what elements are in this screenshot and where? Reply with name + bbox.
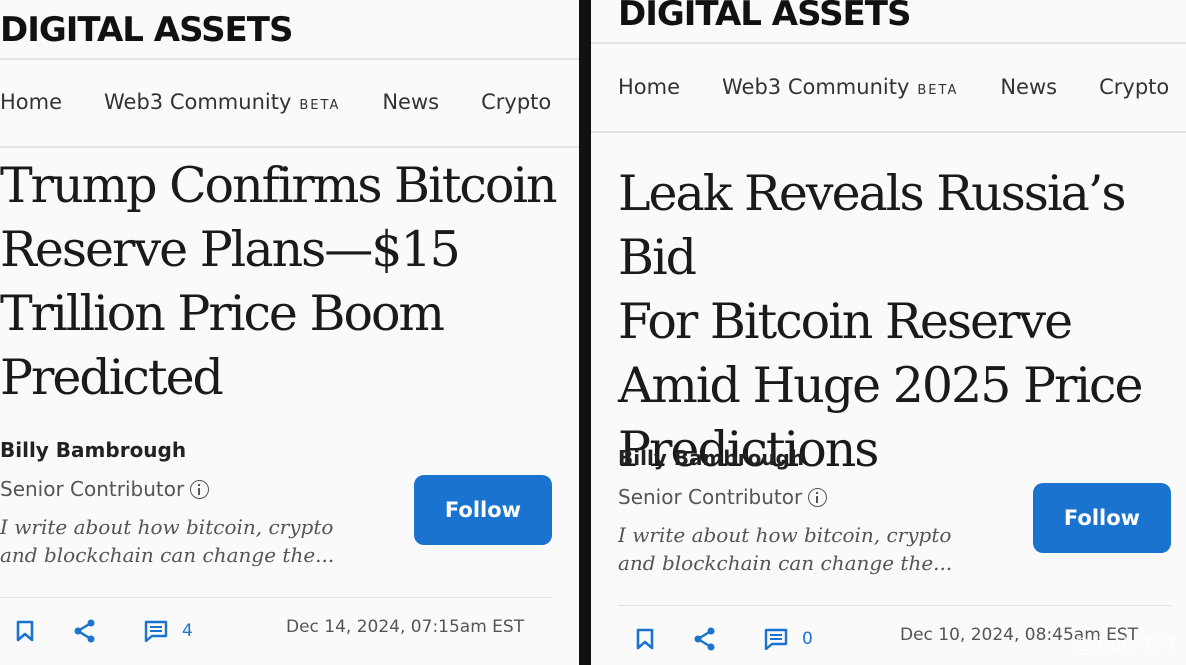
author-name[interactable]: Billy Bambrough xyxy=(618,446,804,470)
comment-count[interactable]: 4 xyxy=(182,621,193,641)
publish-date: Dec 14, 2024, 07:15am EST xyxy=(286,617,525,637)
headline-line: Reserve Plans—$15 xyxy=(0,221,461,278)
headline-line: Trump Confirms Bitcoin xyxy=(0,157,558,214)
author-role: Senior Contributor xyxy=(0,477,210,501)
nav-label: News xyxy=(1000,75,1058,99)
headline-line: Predicted xyxy=(0,349,224,406)
nav-label: Web3 Community xyxy=(722,75,910,99)
bio-line: I write about how bitcoin, crypto xyxy=(618,523,952,547)
follow-button[interactable]: Follow xyxy=(414,475,552,545)
nav-home[interactable]: Home xyxy=(618,75,680,99)
follow-button[interactable]: Follow xyxy=(1033,483,1171,553)
role-label: Senior Contributor xyxy=(618,485,803,509)
article-headline: Leak Reveals Russia’s Bid For Bitcoin Re… xyxy=(618,162,1186,482)
nav-label: Web3 Community xyxy=(104,90,292,114)
author-bio: I write about how bitcoin, crypto and bl… xyxy=(0,513,400,569)
bio-line: and blockchain can change the... xyxy=(618,551,953,575)
nav-crypto[interactable]: Crypto xyxy=(481,90,551,114)
info-icon[interactable] xyxy=(190,479,210,499)
nav-label: Home xyxy=(618,75,681,99)
nav-bar: Home Web3 Community BETA News Crypto xyxy=(0,90,579,114)
right-article-screenshot: DIGITAL ASSETS Home Web3 Community BETA N… xyxy=(591,0,1186,665)
nav-web3-community[interactable]: Web3 Community BETA xyxy=(722,75,958,99)
nav-divider xyxy=(591,131,1186,133)
article-headline: Trump Confirms Bitcoin Reserve Plans—$15… xyxy=(0,154,579,410)
nav-label: Home xyxy=(0,90,63,114)
brand-logo[interactable]: DIGITAL ASSETS xyxy=(0,10,293,50)
nav-label: Crypto xyxy=(481,90,552,114)
nav-home[interactable]: Home xyxy=(0,90,62,114)
header-divider xyxy=(591,42,1186,44)
author-role: Senior Contributor xyxy=(618,485,828,509)
headline-line: For Bitcoin Reserve xyxy=(618,293,1073,350)
author-bio: I write about how bitcoin, crypto and bl… xyxy=(618,521,1018,577)
nav-label: Crypto xyxy=(1099,75,1170,99)
beta-badge: BETA xyxy=(917,83,959,98)
header-divider xyxy=(0,58,579,60)
footer-divider xyxy=(0,597,552,598)
share-icon[interactable] xyxy=(694,627,716,651)
nav-web3-community[interactable]: Web3 Community BETA xyxy=(104,90,340,114)
nav-divider xyxy=(0,146,579,148)
headline-line: Trillion Price Boom xyxy=(0,285,445,342)
nav-label: News xyxy=(382,90,440,114)
brand-logo[interactable]: DIGITAL ASSETS xyxy=(618,0,911,34)
headline-line: Amid Huge 2025 Price xyxy=(618,357,1143,414)
author-name[interactable]: Billy Bambrough xyxy=(0,438,186,462)
bio-line: I write about how bitcoin, crypto xyxy=(0,515,334,539)
share-icon[interactable] xyxy=(74,619,96,643)
nav-crypto[interactable]: Crypto xyxy=(1099,75,1169,99)
article-actions: 0 xyxy=(636,627,813,651)
bookmark-icon[interactable] xyxy=(16,620,34,642)
beta-badge: BETA xyxy=(299,98,341,113)
comment-icon[interactable] xyxy=(144,620,168,643)
nav-news[interactable]: News xyxy=(1000,75,1057,99)
comment-icon[interactable] xyxy=(764,628,788,651)
watermark-text: @lindy777 xyxy=(1071,633,1179,657)
bookmark-icon[interactable] xyxy=(636,628,654,650)
bio-line: and blockchain can change the... xyxy=(0,543,335,567)
role-label: Senior Contributor xyxy=(0,477,185,501)
left-article-screenshot: DIGITAL ASSETS Home Web3 Community BETA N… xyxy=(0,0,579,665)
comment-count[interactable]: 0 xyxy=(802,629,813,649)
article-actions: 4 xyxy=(16,619,193,643)
footer-divider xyxy=(618,605,1171,606)
info-icon[interactable] xyxy=(808,487,828,507)
nav-news[interactable]: News xyxy=(382,90,439,114)
nav-bar: Home Web3 Community BETA News Crypto xyxy=(618,75,1186,99)
headline-line: Leak Reveals Russia’s Bid xyxy=(618,165,1127,286)
